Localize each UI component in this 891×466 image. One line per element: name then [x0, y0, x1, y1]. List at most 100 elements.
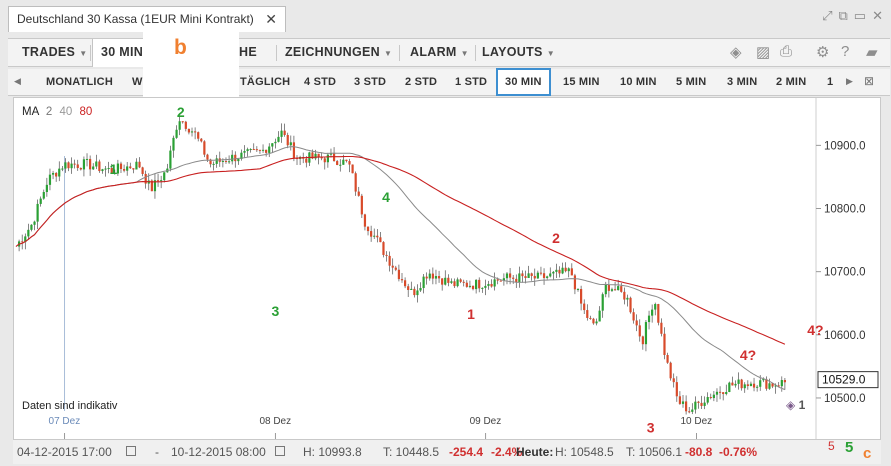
- candle-body: [326, 154, 329, 163]
- candle-body: [67, 162, 70, 169]
- tf-3h[interactable]: 3 STD: [354, 69, 386, 95]
- candle-body: [289, 142, 292, 146]
- close-toolbar-icon[interactable]: ⊠: [864, 74, 874, 88]
- candle-body: [323, 158, 326, 163]
- candle-body: [348, 161, 351, 165]
- minimize-icon[interactable]: ⤢: [822, 8, 832, 26]
- close-window-icon[interactable]: ✕: [872, 8, 883, 26]
- candle-body: [45, 184, 48, 193]
- candle-body: [706, 397, 709, 403]
- candle-body: [73, 163, 76, 165]
- candle-body: [759, 380, 762, 387]
- candle-body: [98, 161, 101, 172]
- window-tab[interactable]: Deutschland 30 Kassa (1EUR Mini Kontrakt…: [8, 6, 286, 32]
- restore-icon[interactable]: ⧉: [839, 8, 848, 26]
- tf-2min[interactable]: 2 MIN: [776, 69, 806, 95]
- candle-body: [391, 265, 394, 268]
- tf-30min[interactable]: 30 MIN: [496, 68, 551, 96]
- scroll-left-icon[interactable]: ◀: [14, 76, 21, 87]
- tf-5min[interactable]: 5 MIN: [676, 69, 706, 95]
- indicator-legend[interactable]: MA 2 40 80: [22, 106, 92, 118]
- calendar-icon[interactable]: [126, 446, 136, 456]
- annotation-overlay: [143, 32, 239, 100]
- today-label: Heute:: [516, 445, 554, 459]
- candle-body: [357, 191, 360, 196]
- tf-1h[interactable]: 1 STD: [455, 69, 487, 95]
- candle-body: [277, 136, 280, 142]
- candle-body: [512, 277, 515, 279]
- chat-icon[interactable]: ▰: [866, 43, 878, 61]
- tf-3min[interactable]: 3 MIN: [727, 69, 757, 95]
- candle-body: [187, 128, 191, 133]
- calendar-icon[interactable]: [275, 446, 285, 456]
- menu-layouts[interactable]: LAYOUTS ▼: [482, 39, 555, 66]
- print-icon[interactable]: ⎙: [780, 43, 792, 60]
- candle-body: [737, 379, 740, 384]
- tf-1min[interactable]: 1: [827, 69, 833, 95]
- candle-body: [345, 159, 348, 162]
- wave-label: 2: [177, 104, 185, 120]
- candle-body: [558, 269, 561, 274]
- tf-4h[interactable]: 4 STD: [304, 69, 336, 95]
- candle-body: [580, 289, 583, 304]
- candle-body: [339, 164, 342, 166]
- scroll-right-icon[interactable]: ▶: [846, 76, 853, 87]
- candle-body: [734, 383, 737, 386]
- help-icon[interactable]: ?: [841, 43, 849, 60]
- candle-body: [252, 149, 255, 151]
- layers-badge[interactable]: ◈ 1: [786, 398, 805, 412]
- candle-body: [613, 289, 617, 291]
- gear-icon[interactable]: ⚙: [816, 43, 829, 61]
- candle-body: [200, 138, 203, 142]
- menu-drawings[interactable]: ZEICHNUNGEN ▼: [285, 39, 392, 66]
- candle-body: [697, 401, 700, 403]
- menu-bar: TRADES ▼ 30 MIN HE ZEICHNUNGEN ▼ ALARM ▼ LA…: [8, 38, 890, 67]
- menu-drawings-label: ZEICHNUNGEN: [285, 45, 380, 59]
- tf-weekly[interactable]: W: [132, 69, 143, 95]
- candle-body: [234, 154, 237, 162]
- tf-monthly[interactable]: MONATLICH: [46, 69, 113, 95]
- wave-label: 1: [467, 306, 475, 322]
- layers-icon[interactable]: ◈: [730, 43, 742, 61]
- candle-body: [660, 322, 663, 334]
- candle-body: [768, 383, 771, 389]
- candle-body: [203, 141, 206, 155]
- menu-other[interactable]: HE: [239, 39, 257, 66]
- candle-body: [21, 241, 24, 243]
- range-from[interactable]: 04-12-2015 17:00: [17, 440, 112, 464]
- candle-body: [573, 275, 577, 290]
- close-tab-icon[interactable]: ✕: [265, 7, 277, 31]
- maximize-icon[interactable]: ▭: [854, 8, 866, 26]
- candle-body: [740, 379, 743, 389]
- candle-body: [607, 284, 610, 291]
- candle-body: [441, 278, 444, 285]
- menu-alarm[interactable]: ALARM ▼: [410, 39, 469, 66]
- candle-body: [407, 286, 410, 290]
- range-to[interactable]: 10-12-2015 08:00: [171, 440, 266, 464]
- tf-10min[interactable]: 10 MIN: [620, 69, 657, 95]
- candle-body: [610, 289, 614, 291]
- candle-body: [626, 297, 629, 300]
- candle-body: [468, 285, 472, 287]
- candle-body: [712, 394, 715, 399]
- wave-label: 3: [647, 420, 655, 436]
- price-chart[interactable]: 10900.0 10800.0 10700.0 10600.0 10500.0 07 De…: [14, 98, 880, 439]
- candle-body: [521, 273, 524, 277]
- candle-body: [39, 198, 42, 204]
- candle-body: [79, 167, 82, 170]
- candle-body: [471, 285, 475, 290]
- candle-body: [530, 273, 533, 276]
- candle-body: [181, 121, 184, 123]
- chart-panel[interactable]: 10900.0 10800.0 10700.0 10600.0 10500.0 07 De…: [13, 97, 881, 440]
- tf-2h[interactable]: 2 STD: [405, 69, 437, 95]
- x-tick-label: 09 Dez: [470, 416, 502, 427]
- tf-daily[interactable]: TÄGLICH: [240, 69, 290, 95]
- wave-label: 1: [109, 161, 117, 177]
- candle-body: [261, 149, 265, 151]
- candle-body: [397, 269, 401, 280]
- menu-trades[interactable]: TRADES ▼: [22, 39, 87, 66]
- menu-divider: [90, 45, 91, 61]
- image-icon[interactable]: ▨: [756, 43, 770, 61]
- tf-15min[interactable]: 15 MIN: [563, 69, 600, 95]
- menu-layouts-label: LAYOUTS: [482, 45, 543, 59]
